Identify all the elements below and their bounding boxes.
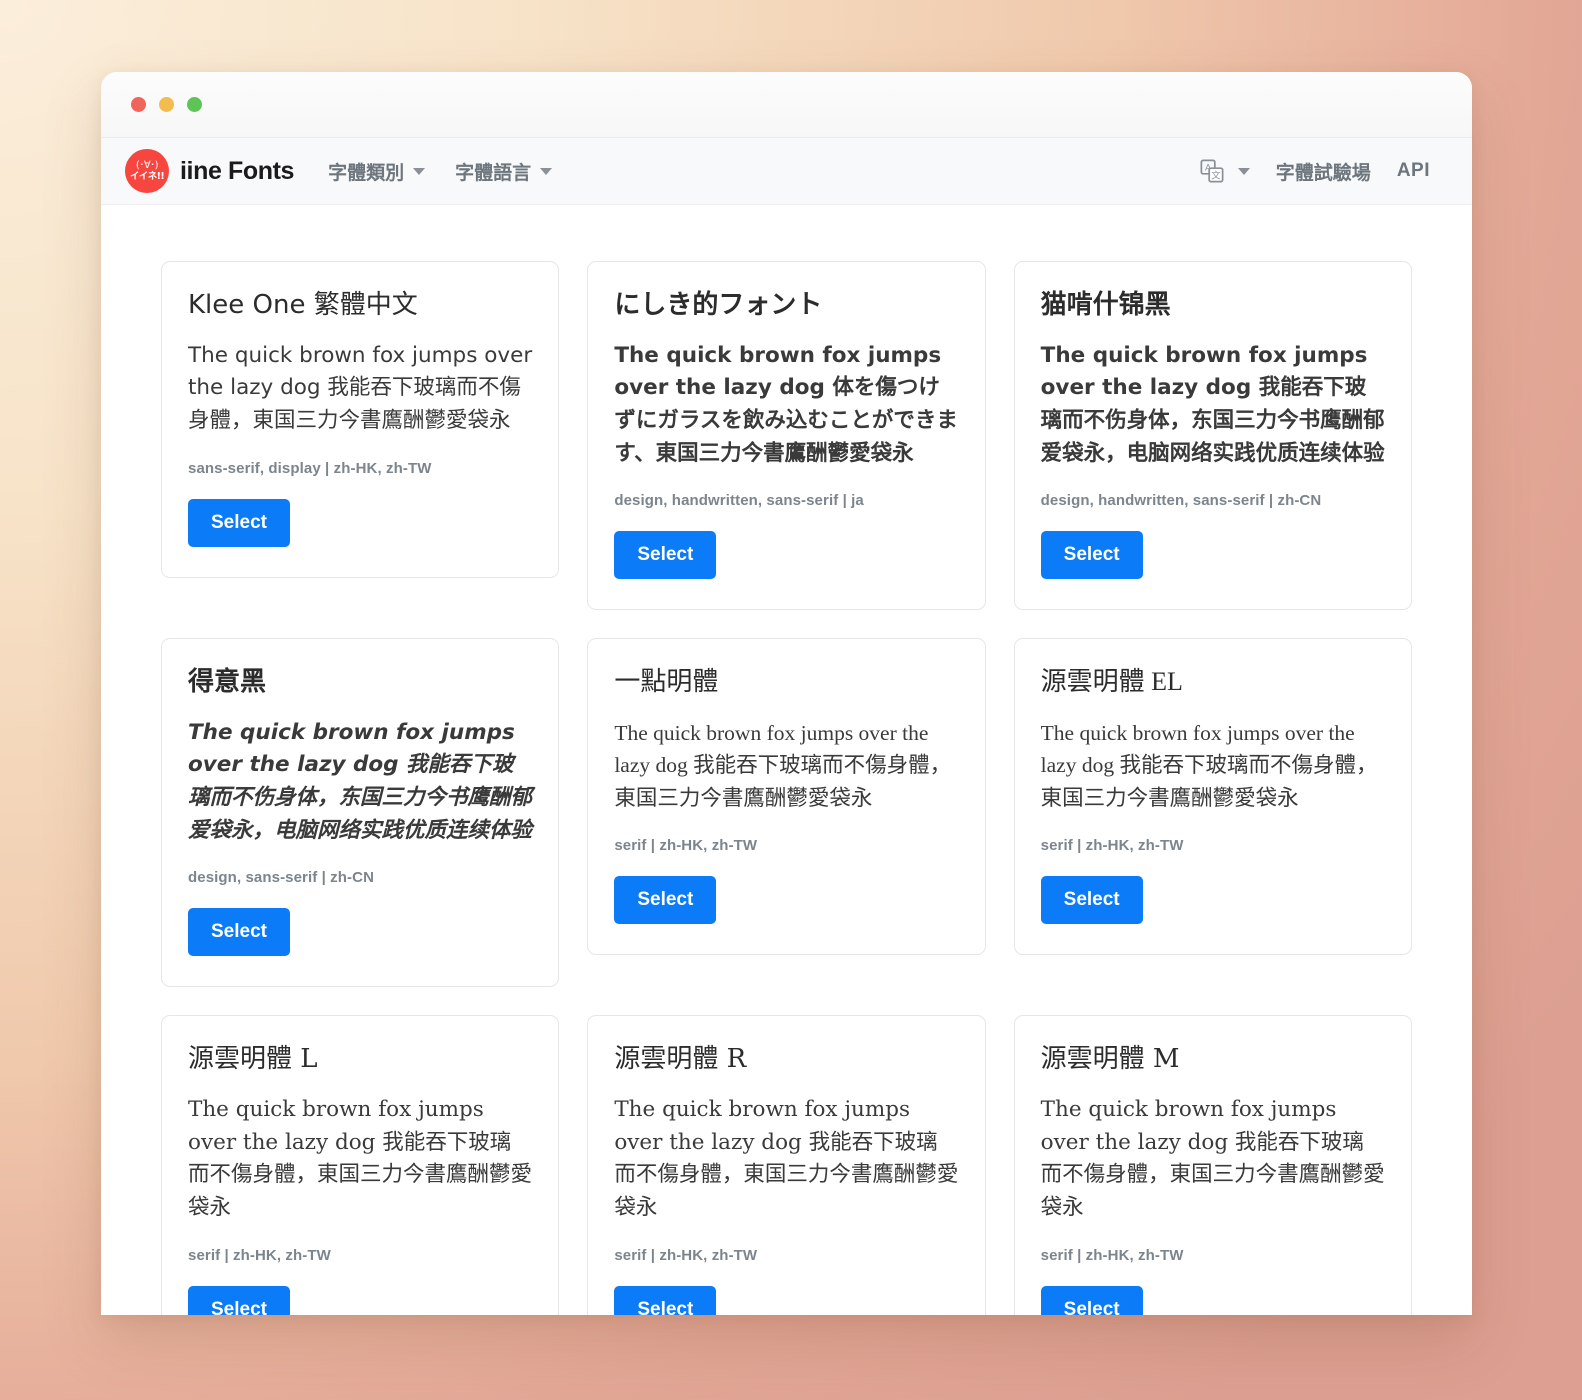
select-font-button[interactable]: Select	[188, 498, 290, 547]
font-card-meta: serif | zh-HK, zh-TW	[614, 1246, 758, 1264]
font-card-sample-text: The quick brown fox jumps over the lazy …	[614, 720, 952, 811]
font-card-sample-text: The quick brown fox jumps over the lazy …	[614, 342, 958, 466]
font-card-meta: serif | zh-HK, zh-TW	[1040, 1246, 1184, 1264]
font-card-title: 一點明體	[614, 667, 719, 697]
font-card-title: 源雲明體 L	[188, 1044, 318, 1075]
page-content: Klee One 繁體中文 The quick brown fox jumps o…	[101, 205, 1472, 1315]
maximize-window-button[interactable]	[187, 97, 202, 112]
select-font-button[interactable]: Select	[1040, 531, 1143, 580]
font-card-meta: design, sans-serif | zh-CN	[188, 869, 374, 887]
font-card-meta: design, handwritten, sans-serif | zh-CN	[1040, 492, 1322, 510]
font-card: にしき的フォント The quick brown fox jumps over t…	[587, 261, 986, 611]
font-card-sample-text: The quick brown fox jumps over the lazy …	[1040, 342, 1385, 466]
chevron-down-icon	[540, 167, 553, 175]
font-card: 猫啃什锦黑 The quick brown fox jumps over the …	[1013, 261, 1412, 611]
minimize-window-button[interactable]	[159, 97, 174, 112]
brand-logo[interactable]: (･∀･) イイネ!! iine Fonts	[125, 149, 294, 193]
translate-icon: A 文	[1200, 159, 1224, 183]
font-card: Klee One 繁體中文 The quick brown fox jumps o…	[161, 261, 560, 578]
font-card-meta: serif | zh-HK, zh-TW	[1040, 836, 1184, 854]
font-card-grid: Klee One 繁體中文 The quick brown fox jumps o…	[161, 261, 1412, 1315]
font-card: 源雲明體 M The quick brown fox jumps over the…	[1013, 1015, 1412, 1315]
logo-kaomoji: (･∀･)	[135, 159, 159, 171]
font-card-title: 猫啃什锦黑	[1040, 290, 1171, 320]
font-card-title: 源雲明體 R	[614, 1044, 747, 1075]
font-card-meta: serif | zh-HK, zh-TW	[614, 836, 758, 854]
nav-link-playground[interactable]: 字體試驗場	[1276, 158, 1371, 185]
language-switcher[interactable]: A 文	[1199, 158, 1250, 184]
nav-menu-font-category-label: 字體類別	[328, 162, 405, 184]
browser-window: (･∀･) イイネ!! iine Fonts 字體類別 字體語言 A 文 字體試…	[101, 72, 1472, 1315]
font-card-sample-text: The quick brown fox jumps over the lazy …	[188, 1096, 533, 1220]
font-card-sample-text: The quick brown fox jumps over the lazy …	[1040, 720, 1378, 811]
chevron-down-icon	[1237, 167, 1250, 175]
nav-menu-font-language-label: 字體語言	[455, 162, 532, 184]
font-card: 源雲明體 EL The quick brown fox jumps over th…	[1013, 638, 1412, 955]
font-card-sample-text: The quick brown fox jumps over the lazy …	[614, 1096, 959, 1220]
nav-link-api[interactable]: API	[1397, 160, 1430, 182]
select-font-button[interactable]: Select	[614, 1285, 717, 1315]
font-card-title: Klee One 繁體中文	[188, 290, 418, 320]
svg-text:文: 文	[1211, 170, 1220, 182]
chevron-down-icon	[413, 167, 426, 175]
font-card-sample-text: The quick brown fox jumps over the lazy …	[188, 719, 533, 843]
traffic-lights	[131, 97, 202, 112]
select-font-button[interactable]: Select	[614, 875, 717, 924]
window-titlebar	[101, 72, 1472, 138]
font-card-title: 源雲明體 EL	[1040, 667, 1183, 697]
select-font-button[interactable]: Select	[188, 908, 290, 957]
navbar: (･∀･) イイネ!! iine Fonts 字體類別 字體語言 A 文 字體試…	[101, 138, 1472, 205]
font-card-meta: design, handwritten, sans-serif | ja	[614, 492, 864, 510]
nav-menu-font-category[interactable]: 字體類別	[328, 158, 426, 185]
font-card: 得意黑 The quick brown fox jumps over the la…	[161, 638, 560, 988]
logo-subtext: イイネ!!	[129, 170, 165, 182]
font-card: 一點明體 The quick brown fox jumps over the l…	[587, 638, 986, 955]
brand-name: iine Fonts	[180, 156, 295, 185]
font-card-meta: serif | zh-HK, zh-TW	[188, 1246, 331, 1264]
nav-menu-font-language[interactable]: 字體語言	[455, 158, 553, 185]
select-font-button[interactable]: Select	[188, 1285, 290, 1315]
font-card-sample-text: The quick brown fox jumps over the lazy …	[188, 342, 533, 433]
font-card-title: にしき的フォント	[614, 290, 823, 320]
nav-menus: 字體類別 字體語言	[328, 158, 553, 185]
iine-logo-icon: (･∀･) イイネ!!	[125, 149, 169, 193]
close-window-button[interactable]	[131, 97, 146, 112]
font-card: 源雲明體 R The quick brown fox jumps over the…	[587, 1015, 986, 1315]
font-card-title: 源雲明體 M	[1040, 1044, 1180, 1075]
font-card-meta: sans-serif, display | zh-HK, zh-TW	[188, 459, 432, 477]
select-font-button[interactable]: Select	[1040, 1285, 1143, 1315]
font-card-title: 得意黑	[188, 667, 267, 698]
font-card-sample-text: The quick brown fox jumps over the lazy …	[1040, 1096, 1385, 1220]
select-font-button[interactable]: Select	[1040, 875, 1143, 924]
font-card: 源雲明體 L The quick brown fox jumps over the…	[161, 1015, 560, 1315]
select-font-button[interactable]: Select	[614, 531, 717, 580]
nav-right-group: A 文 字體試驗場 API	[1199, 158, 1430, 185]
